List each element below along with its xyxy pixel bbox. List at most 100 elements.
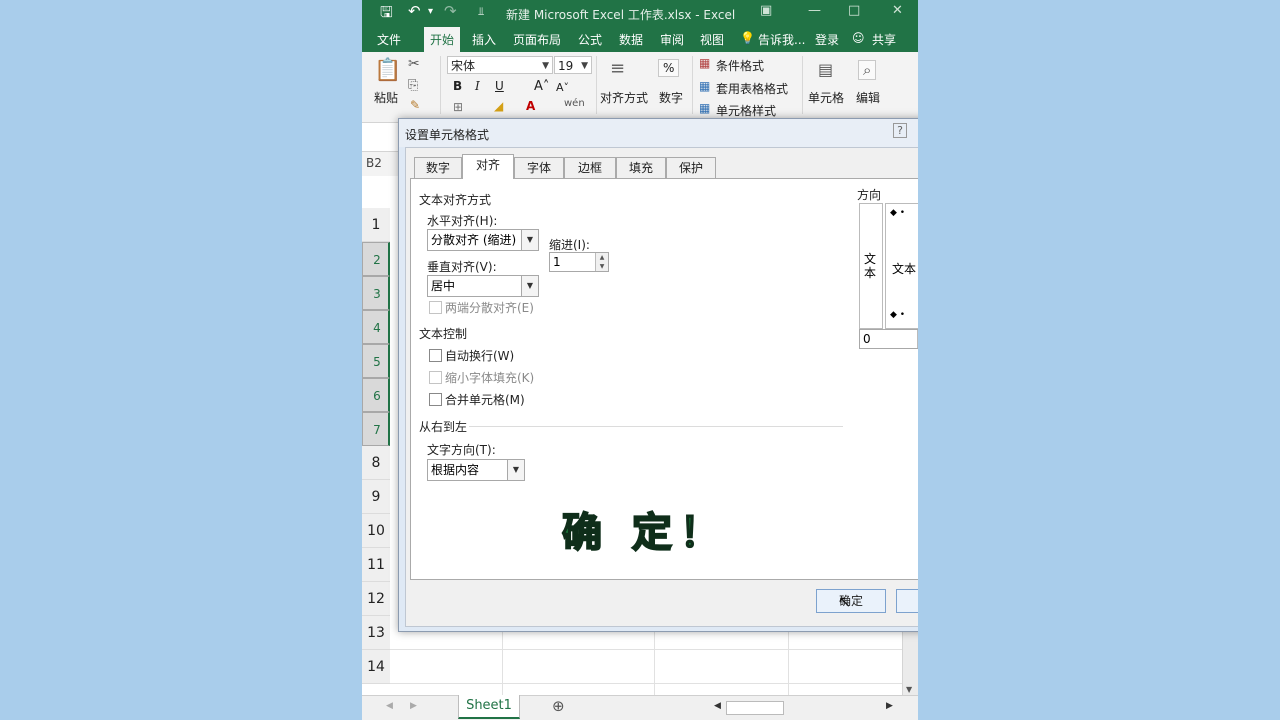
- spin-down-icon[interactable]: ▼: [595, 262, 608, 271]
- row-header-12[interactable]: 12: [362, 582, 390, 616]
- fill-color-icon[interactable]: ◢: [494, 99, 503, 113]
- tab-fill[interactable]: 填充: [616, 157, 666, 178]
- sheet-prev-icon[interactable]: ◀: [386, 701, 393, 711]
- dialog-help-icon[interactable]: ?: [893, 123, 907, 138]
- underline-button[interactable]: U: [495, 79, 504, 93]
- merge-cells-checkbox[interactable]: [429, 393, 442, 406]
- row-header-7[interactable]: 7: [362, 412, 390, 446]
- tab-view[interactable]: 视图: [700, 31, 724, 48]
- row-header-5[interactable]: 5: [362, 344, 390, 378]
- maximize-icon[interactable]: □: [848, 3, 860, 18]
- cancel-button[interactable]: [896, 589, 918, 613]
- tab-border[interactable]: 边框: [564, 157, 616, 178]
- edit-button[interactable]: 编辑: [856, 89, 880, 106]
- indent-spinner[interactable]: 1 ▲ ▼: [549, 252, 609, 272]
- chevron-down-icon: ▼: [542, 61, 549, 71]
- paste-icon[interactable]: 📋: [374, 58, 401, 83]
- font-color-icon[interactable]: A: [526, 99, 535, 113]
- hscroll-left-icon[interactable]: ◀: [714, 701, 721, 711]
- tell-me-input[interactable]: 告诉我...: [758, 31, 805, 48]
- row-header-3[interactable]: 3: [362, 276, 390, 310]
- undo-icon[interactable]: ↶: [408, 2, 421, 20]
- borders-icon[interactable]: ⊞: [453, 100, 463, 114]
- share-button[interactable]: 共享: [872, 31, 896, 48]
- save-icon[interactable]: 🖫: [380, 2, 393, 27]
- dialog-title-bar[interactable]: 设置单元格格式 ?: [399, 119, 918, 147]
- row-header-4[interactable]: 4: [362, 310, 390, 344]
- find-icon[interactable]: ⌕: [858, 60, 877, 80]
- add-sheet-icon[interactable]: ⊕: [552, 697, 565, 715]
- justify-distributed-checkbox[interactable]: [429, 301, 442, 314]
- hscroll-right-icon[interactable]: ▶: [886, 701, 893, 711]
- cells-icon[interactable]: ▤: [818, 60, 833, 79]
- minimize-icon[interactable]: —: [808, 3, 821, 18]
- orientation-dot-icon: ◆ •: [890, 310, 906, 320]
- table-format-button[interactable]: 套用表格格式: [716, 80, 788, 97]
- close-icon[interactable]: ✕: [892, 3, 903, 18]
- chevron-down-icon: ▼: [507, 460, 524, 480]
- scroll-down-icon[interactable]: ▼: [906, 685, 912, 694]
- format-painter-icon[interactable]: ✎: [410, 98, 420, 112]
- undo-dropdown-icon[interactable]: ▾: [428, 6, 433, 17]
- cell-style-button[interactable]: 单元格样式: [716, 102, 776, 119]
- number-button[interactable]: 数字: [659, 89, 683, 106]
- customize-qat-icon[interactable]: ⫫: [478, 5, 484, 19]
- font-size-select[interactable]: 19 ▼: [554, 56, 592, 74]
- bold-button[interactable]: B: [453, 79, 462, 93]
- ribbon-display-icon[interactable]: ▣: [760, 3, 772, 18]
- redo-icon[interactable]: ↷: [444, 2, 457, 20]
- tab-file[interactable]: 文件: [377, 31, 401, 48]
- wrap-text-checkbox[interactable]: [429, 349, 442, 362]
- paste-label[interactable]: 粘贴: [374, 89, 398, 106]
- cut-icon[interactable]: ✂: [408, 56, 420, 72]
- tab-page-layout[interactable]: 页面布局: [513, 31, 561, 48]
- vertical-label: 垂直对齐(V):: [427, 260, 497, 274]
- vertical-align-select[interactable]: 居中 ▼: [427, 275, 539, 297]
- conditional-format-button[interactable]: 条件格式: [716, 57, 764, 74]
- spin-up-icon[interactable]: ▲: [595, 253, 608, 262]
- row-header-6[interactable]: 6: [362, 378, 390, 412]
- sheet-next-icon[interactable]: ▶: [410, 701, 417, 711]
- tab-review[interactable]: 审阅: [660, 31, 684, 48]
- row-header-2[interactable]: 2: [362, 242, 390, 276]
- login-link[interactable]: 登录: [815, 31, 839, 48]
- percent-icon[interactable]: %: [658, 59, 680, 77]
- italic-button[interactable]: I: [475, 79, 480, 93]
- row-header-10[interactable]: 10: [362, 514, 390, 548]
- text-direction-select[interactable]: 根据内容 ▼: [427, 459, 525, 481]
- degrees-value: 0: [863, 332, 871, 346]
- row-header-14[interactable]: 14: [362, 650, 390, 684]
- tab-home[interactable]: 开始: [424, 27, 461, 54]
- copy-icon[interactable]: ⎘: [408, 78, 418, 93]
- spin-down-icon[interactable]: ▼: [917, 339, 918, 348]
- spin-up-icon[interactable]: ▲: [917, 330, 918, 339]
- horizontal-align-select[interactable]: 分散对齐 (缩进) ▼: [427, 229, 539, 251]
- row-header-13[interactable]: 13: [362, 616, 390, 650]
- vertical-text-box[interactable]: 文本: [859, 203, 883, 329]
- tab-data[interactable]: 数据: [619, 31, 643, 48]
- hscroll-thumb[interactable]: [726, 701, 784, 715]
- sheet-tab-sheet1[interactable]: Sheet1: [458, 695, 520, 719]
- tab-number[interactable]: 数字: [414, 157, 462, 178]
- alignment-button[interactable]: 对齐方式: [600, 89, 648, 106]
- grow-font-icon[interactable]: A˄: [534, 79, 549, 94]
- align-icon[interactable]: ≡: [610, 58, 625, 79]
- row-header-8[interactable]: 8: [362, 446, 390, 480]
- row-header-11[interactable]: 11: [362, 548, 390, 582]
- justify-distributed-label: 两端分散对齐(E): [445, 301, 534, 315]
- tab-formulas[interactable]: 公式: [578, 31, 602, 48]
- orientation-dial[interactable]: ◆ • 文本 ◆ •: [885, 203, 918, 329]
- shrink-to-fit-checkbox[interactable]: [429, 371, 442, 384]
- font-name-select[interactable]: 宋体 ▼: [447, 56, 553, 74]
- degrees-spinner[interactable]: 0 ▲ ▼: [859, 329, 918, 349]
- phonetic-icon[interactable]: wén: [564, 98, 585, 109]
- tab-alignment[interactable]: 对齐: [462, 154, 514, 179]
- tab-protection[interactable]: 保护: [666, 157, 716, 178]
- cells-button[interactable]: 单元格: [808, 89, 844, 106]
- tab-font[interactable]: 字体: [514, 157, 564, 178]
- name-box[interactable]: B2: [366, 152, 398, 174]
- tab-insert[interactable]: 插入: [472, 31, 496, 48]
- shrink-font-icon[interactable]: A˅: [556, 81, 569, 94]
- row-header-1[interactable]: 1: [362, 208, 390, 242]
- row-header-9[interactable]: 9: [362, 480, 390, 514]
